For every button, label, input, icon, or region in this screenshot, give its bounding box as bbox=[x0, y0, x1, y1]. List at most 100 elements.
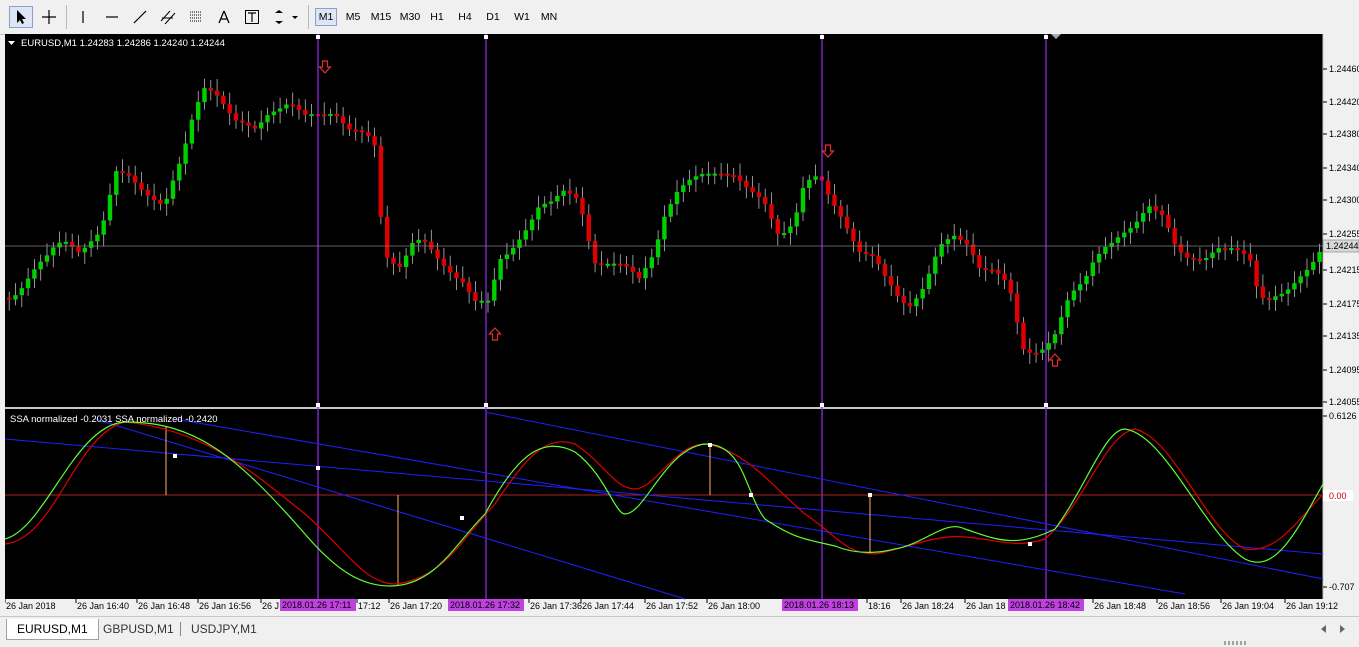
timeframe-h1[interactable]: H1 bbox=[426, 8, 448, 26]
candle-body bbox=[1040, 349, 1045, 353]
candle-body bbox=[800, 187, 806, 213]
chart-window[interactable]: 1.24460 1.24420 1.24380 1.24340 1.24300 1.242… bbox=[5, 34, 1359, 614]
tab-usdjpy[interactable]: USDJPY,M1 bbox=[181, 619, 267, 639]
time-label: 26 Jan 19:04 bbox=[1222, 601, 1274, 611]
line-handle[interactable] bbox=[484, 403, 488, 407]
candle-body bbox=[599, 263, 604, 266]
tab-scroll-right-icon[interactable] bbox=[1336, 623, 1348, 635]
candle-body bbox=[13, 295, 18, 300]
candle-body bbox=[1172, 228, 1177, 245]
candle-body bbox=[838, 206, 843, 217]
toolbar-separator bbox=[66, 5, 67, 29]
indicator-point-handle[interactable] bbox=[749, 493, 753, 497]
timeframe-h4[interactable]: H4 bbox=[454, 8, 476, 26]
candle-body bbox=[126, 173, 132, 176]
candle-body bbox=[170, 180, 176, 199]
timeframe-m15[interactable]: M15 bbox=[369, 8, 393, 26]
candle-body bbox=[504, 254, 510, 260]
equidistant-channel-tool-button[interactable] bbox=[156, 6, 180, 28]
candle-body bbox=[763, 196, 768, 205]
candle-body bbox=[296, 105, 302, 110]
cursor-tool-button[interactable] bbox=[9, 6, 33, 28]
text-label-tool-button[interactable] bbox=[240, 6, 264, 28]
candle-body bbox=[643, 268, 648, 279]
candle-body bbox=[1178, 244, 1184, 253]
candle-body bbox=[1147, 206, 1152, 214]
candle-body bbox=[1021, 322, 1026, 350]
fibonacci-tool-button[interactable] bbox=[184, 6, 208, 28]
candle-body bbox=[813, 176, 818, 180]
candle-body bbox=[1292, 283, 1297, 290]
candle-body bbox=[933, 256, 938, 274]
candle-body bbox=[605, 263, 610, 266]
line-handle[interactable] bbox=[820, 35, 824, 39]
candle-body bbox=[769, 204, 774, 220]
candle-body bbox=[1153, 206, 1158, 211]
timeframe-m1[interactable]: M1 bbox=[315, 8, 337, 26]
timeframe-w1[interactable]: W1 bbox=[511, 8, 533, 26]
cursor-icon bbox=[17, 10, 26, 24]
candle-body bbox=[403, 255, 409, 267]
tab-eurusd[interactable]: EURUSD,M1 bbox=[6, 619, 99, 640]
crosshair-tool-button[interactable] bbox=[37, 6, 61, 28]
candle-body bbox=[259, 122, 264, 129]
indicator-point-handle[interactable] bbox=[316, 466, 320, 470]
line-handle[interactable] bbox=[1044, 35, 1048, 39]
line-handle[interactable] bbox=[820, 403, 824, 407]
indicator-point-handle[interactable] bbox=[173, 454, 177, 458]
indicator-point-handle[interactable] bbox=[460, 516, 464, 520]
candle-body bbox=[1033, 352, 1039, 355]
candle-body bbox=[731, 175, 736, 178]
line-handle[interactable] bbox=[1044, 403, 1048, 407]
chart-canvas[interactable]: 1.24460 1.24420 1.24380 1.24340 1.24300 1.242… bbox=[5, 34, 1359, 614]
candle-body bbox=[788, 226, 793, 234]
candle-body bbox=[687, 179, 692, 186]
arrows-tool-button[interactable] bbox=[270, 6, 300, 28]
candle-body bbox=[7, 297, 12, 300]
timeframe-d1[interactable]: D1 bbox=[482, 8, 504, 26]
resize-grip[interactable] bbox=[1224, 641, 1248, 645]
candle-body bbox=[536, 207, 541, 220]
line-handle[interactable] bbox=[484, 35, 488, 39]
candle-body bbox=[133, 175, 138, 183]
candle-body bbox=[517, 239, 522, 248]
candle-body bbox=[511, 247, 516, 255]
candle-body bbox=[926, 273, 932, 290]
text-label-icon bbox=[245, 10, 259, 24]
candle-body bbox=[252, 125, 258, 129]
time-label: 26 Jan 18:48 bbox=[1094, 601, 1146, 611]
timeframe-m30[interactable]: M30 bbox=[398, 8, 422, 26]
candle-body bbox=[1273, 296, 1278, 301]
tab-scroll-left-icon[interactable] bbox=[1318, 623, 1330, 635]
indicator-point-handle[interactable] bbox=[708, 443, 712, 447]
line-handle[interactable] bbox=[316, 403, 320, 407]
candle-body bbox=[114, 171, 119, 195]
horizontal-line-tool-button[interactable] bbox=[100, 6, 124, 28]
candle-body bbox=[863, 251, 869, 254]
indicator-point-handle[interactable] bbox=[1028, 542, 1032, 546]
candle-body bbox=[189, 119, 195, 144]
text-tool-button[interactable] bbox=[212, 6, 236, 28]
candle-body bbox=[334, 113, 339, 117]
trendline-tool-button[interactable] bbox=[128, 6, 152, 28]
candle-body bbox=[1285, 289, 1291, 294]
indicator-point-handle[interactable] bbox=[868, 493, 872, 497]
candle-body bbox=[914, 298, 919, 307]
timeframe-mn[interactable]: MN bbox=[538, 8, 560, 26]
candle-body bbox=[378, 145, 384, 217]
tab-gbpusd[interactable]: GBPUSD,M1 bbox=[93, 619, 184, 639]
candle-body bbox=[700, 174, 705, 177]
candle-body bbox=[618, 263, 623, 266]
candle-body bbox=[177, 163, 182, 181]
candle-body bbox=[1204, 258, 1209, 261]
candle-body bbox=[1279, 293, 1284, 297]
timeframe-m5[interactable]: M5 bbox=[342, 8, 364, 26]
line-handle[interactable] bbox=[316, 35, 320, 39]
candle-body bbox=[57, 242, 62, 248]
candle-body bbox=[385, 216, 390, 258]
candle-body bbox=[202, 88, 207, 103]
candle-body bbox=[416, 239, 421, 244]
vertical-line-tool-button[interactable] bbox=[72, 6, 94, 28]
candle-body bbox=[284, 104, 289, 109]
time-label: 26 Jan 17:20 bbox=[390, 601, 442, 611]
